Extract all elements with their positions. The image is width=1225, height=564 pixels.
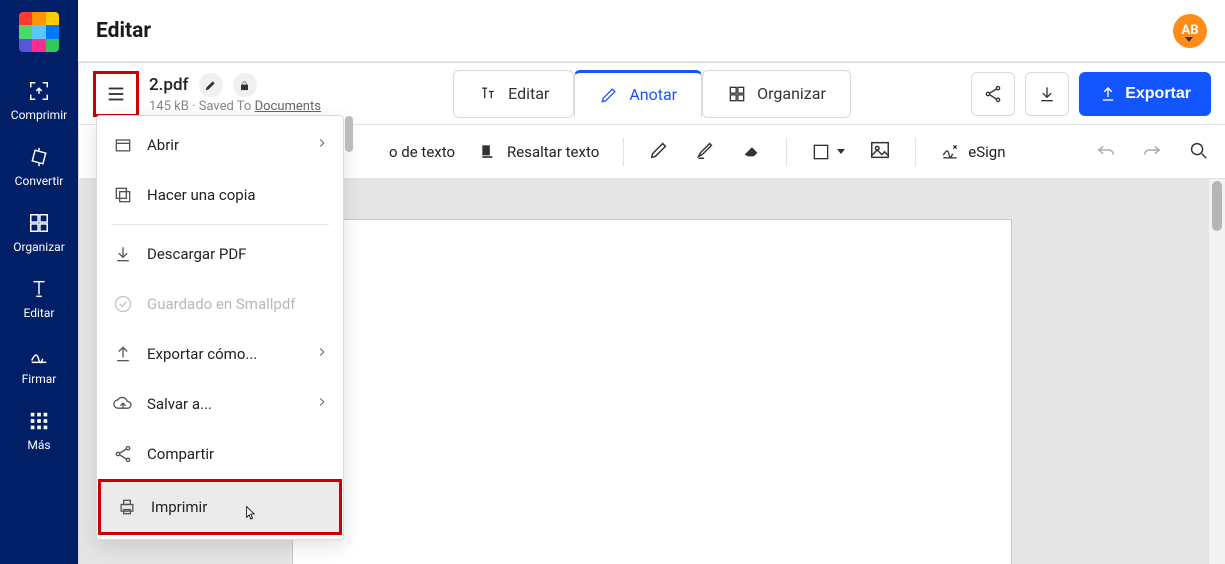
- text-tool-partial[interactable]: o de texto: [389, 143, 455, 161]
- compress-icon: [28, 80, 50, 102]
- toolbar-divider: [786, 138, 787, 166]
- download-button[interactable]: [1025, 72, 1069, 116]
- image-tool[interactable]: [869, 139, 891, 165]
- highlight-tool[interactable]: A Resaltar texto: [479, 142, 599, 162]
- sidebar-item-label: Comprimir: [11, 108, 67, 122]
- pencil-tool[interactable]: [648, 139, 670, 165]
- edit-icon: [28, 278, 50, 300]
- marker-icon: [694, 139, 716, 161]
- menu-separator: [111, 224, 329, 225]
- menu-open[interactable]: Abrir: [97, 120, 343, 170]
- header-actions: Exportar: [971, 63, 1211, 125]
- toolbar-divider: [623, 138, 624, 166]
- chevron-right-icon: [315, 395, 329, 413]
- tab-annotate[interactable]: Anotar: [574, 70, 702, 118]
- menu-download[interactable]: Descargar PDF: [97, 229, 343, 279]
- menu-share[interactable]: Compartir: [97, 429, 343, 479]
- sidebar-item-label: Convertir: [15, 174, 64, 188]
- top-header: Editar AB: [78, 0, 1225, 62]
- export-button[interactable]: Exportar: [1079, 72, 1211, 116]
- share-button[interactable]: [971, 72, 1015, 116]
- download-icon: [113, 244, 133, 264]
- chevron-down-icon: [837, 149, 845, 154]
- vertical-scrollbar[interactable]: [1209, 179, 1225, 564]
- shape-tool[interactable]: [811, 142, 845, 162]
- image-icon: [869, 139, 891, 161]
- user-avatar[interactable]: AB: [1173, 14, 1207, 48]
- file-menu-button[interactable]: [93, 71, 139, 117]
- esign-tool[interactable]: eSign: [940, 142, 1005, 162]
- sidebar-item-more[interactable]: Más: [0, 400, 78, 466]
- sidebar-item-label: Organizar: [13, 240, 65, 254]
- search-icon: [1187, 139, 1209, 161]
- pencil-icon: [648, 139, 670, 161]
- file-dropdown-menu: Abrir Hacer una copia Descargar PDF Guar…: [96, 115, 344, 540]
- sign-icon: [28, 344, 50, 366]
- pencil-icon: [599, 85, 619, 105]
- menu-scroll-thumb[interactable]: [345, 116, 353, 152]
- file-meta: 145 kB · Saved To Documents: [149, 99, 321, 114]
- text-icon: [478, 84, 498, 104]
- search-button[interactable]: [1187, 139, 1209, 165]
- chevron-right-icon: [315, 345, 329, 363]
- tab-organize[interactable]: Organizar: [702, 70, 851, 118]
- sidebar-item-label: Más: [27, 438, 50, 452]
- redo-icon: [1141, 139, 1163, 161]
- copy-icon: [113, 185, 133, 205]
- scroll-thumb[interactable]: [1212, 181, 1222, 231]
- undo-button[interactable]: [1095, 139, 1117, 165]
- svg-text:A: A: [484, 147, 489, 154]
- export-icon: [1099, 85, 1117, 103]
- share-icon: [983, 84, 1003, 104]
- menu-scrollbar[interactable]: [343, 116, 355, 539]
- sidebar-item-organize[interactable]: Organizar: [0, 202, 78, 268]
- convert-icon: [28, 146, 50, 168]
- menu-copy[interactable]: Hacer una copia: [97, 170, 343, 220]
- highlight-icon: A: [479, 142, 499, 162]
- left-sidebar: Comprimir Convertir Organizar Editar Fir…: [0, 0, 78, 564]
- cloud-upload-icon: [113, 394, 133, 414]
- redo-button[interactable]: [1141, 139, 1163, 165]
- folder-open-icon: [113, 135, 133, 155]
- export-icon: [113, 344, 133, 364]
- eraser-icon: [740, 139, 762, 161]
- undo-icon: [1095, 139, 1117, 161]
- app-logo[interactable]: [19, 12, 59, 52]
- eraser-tool[interactable]: [740, 139, 762, 165]
- rename-button[interactable]: [199, 73, 223, 97]
- more-icon: [28, 410, 50, 432]
- menu-export-as[interactable]: Exportar cómo...: [97, 329, 343, 379]
- menu-save-to[interactable]: Salvar a...: [97, 379, 343, 429]
- printer-icon: [117, 497, 137, 517]
- square-icon: [811, 142, 831, 162]
- file-name: 2.pdf: [149, 75, 189, 95]
- menu-saved: Guardado en Smallpdf: [97, 279, 343, 329]
- sidebar-item-convert[interactable]: Convertir: [0, 136, 78, 202]
- sidebar-item-sign[interactable]: Firmar: [0, 334, 78, 400]
- share-icon: [113, 444, 133, 464]
- toolbar-divider: [915, 138, 916, 166]
- check-circle-icon: [113, 294, 133, 314]
- menu-print[interactable]: Imprimir: [101, 482, 339, 532]
- sidebar-item-compress[interactable]: Comprimir: [0, 70, 78, 136]
- pdf-page[interactable]: [292, 219, 1012, 564]
- lock-button[interactable]: [233, 73, 257, 97]
- saved-location-link[interactable]: Documents: [255, 99, 321, 114]
- organize-icon: [28, 212, 50, 234]
- lock-icon: [238, 79, 251, 92]
- download-icon: [1037, 84, 1057, 104]
- sidebar-item-edit[interactable]: Editar: [0, 268, 78, 334]
- marker-tool[interactable]: [694, 139, 716, 165]
- pencil-icon: [204, 79, 217, 92]
- chevron-right-icon: [315, 136, 329, 154]
- avatar-caret-icon: [1185, 37, 1193, 42]
- hamburger-icon: [105, 83, 127, 105]
- grid-icon: [727, 84, 747, 104]
- page-title: Editar: [96, 19, 151, 43]
- sidebar-item-label: Editar: [24, 306, 55, 320]
- signature-icon: [940, 142, 960, 162]
- tab-edit[interactable]: Editar: [453, 70, 574, 118]
- sidebar-item-label: Firmar: [22, 372, 57, 386]
